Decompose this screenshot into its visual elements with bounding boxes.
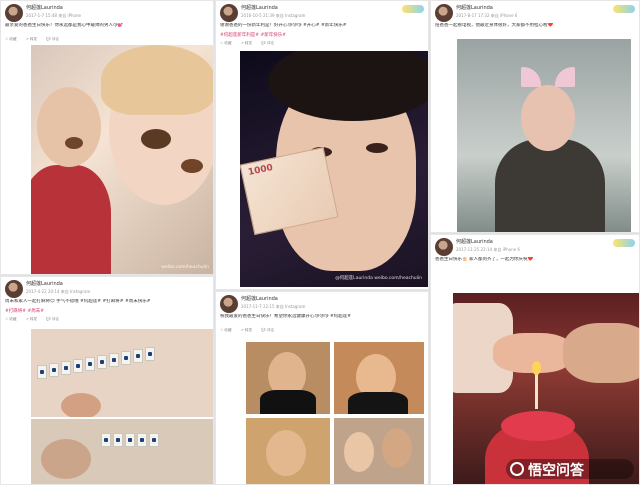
post-tags[interactable]: #何超莲新年利是# #新年快乐# [220, 32, 286, 38]
photo-watermark: weibo.com/heachulin [161, 265, 209, 270]
hat-badge [613, 5, 635, 13]
comment-button[interactable]: 💬 评论 [261, 41, 274, 45]
post-header: 何超莲Laurinda 2017-11-25 22:14 来自 iPhone 6 [431, 235, 639, 259]
post-text: 周末和家人一起打麻将😊 手气不错哦 #何超莲# #打麻将# #周末快乐# [5, 299, 151, 304]
hat-badge [613, 239, 635, 247]
comment-button[interactable]: 💬 评论 [261, 328, 274, 332]
post-header: 何超莲Laurinda 2016-10-5 21:39 来自 Instagram [216, 1, 428, 25]
post-tags[interactable]: #打麻将# #周末# [5, 308, 44, 314]
mahjong-photo-bottom[interactable] [31, 419, 213, 484]
post-actions: ☆ 收藏 ↗ 转发 💬 评论 [5, 37, 67, 42]
repost-button[interactable]: ↗ 转发 [241, 41, 252, 45]
post-text: 祝我最爱的爸爸生日快乐！希望你永远健康开心😘😘😘 #何超莲# [220, 314, 352, 319]
post-photo[interactable] [453, 293, 639, 484]
post-header: 何超莲Laurinda 2017-11-7 22:15 来自 Instagram [216, 292, 428, 316]
post-actions: ☆ 收藏 ↗ 转发 💬 评论 [5, 317, 67, 322]
avatar[interactable] [220, 295, 238, 313]
post-text: 陪爸爸一起看电视，他最近身体很好，大家都不用担心啦❤️ [435, 23, 554, 28]
post-photo[interactable] [457, 39, 631, 232]
post-card: 何超莲Laurinda 2017-4-22 20:14 来自 Instagram… [0, 276, 214, 485]
hat-badge [402, 5, 424, 13]
photo-grid-2[interactable] [334, 342, 424, 414]
photo-grid-4[interactable] [334, 418, 424, 484]
post-card: 何超莲Laurinda 2017-8-17 17:32 来自 iPhone 6 … [430, 0, 640, 233]
repost-button[interactable]: ↗ 转发 [26, 37, 37, 41]
post-text: 最亲爱的爸爸生日快乐！你永远都是我心中最帅的男人😘💕 [5, 23, 124, 28]
candle [535, 373, 538, 409]
post-meta: 2017-11-7 22:15 来自 Instagram [241, 304, 306, 309]
comment-button[interactable]: 💬 评论 [46, 37, 59, 41]
post-meta: 2017-11-25 22:14 来自 iPhone 6 [456, 247, 520, 252]
post-text: 谢谢爸爸的一份新年利是！好开心😘😘😘 #开心# #新年快乐# [220, 23, 347, 28]
avatar[interactable] [5, 4, 23, 22]
wukong-icon [510, 462, 524, 476]
favorite-button[interactable]: ☆ 收藏 [5, 37, 17, 41]
post-card: 何超莲Laurinda 2017-1-7 15:48 来自 iPhone 最亲爱… [0, 0, 214, 275]
post-meta: 2017-4-22 20:14 来自 Instagram [26, 289, 91, 294]
post-photo[interactable]: weibo.com/heachulin [31, 45, 213, 274]
favorite-button[interactable]: ☆ 收藏 [220, 41, 232, 45]
post-username[interactable]: 何超莲Laurinda [26, 4, 63, 11]
photo-grid-1[interactable] [246, 342, 330, 414]
post-header: 何超莲Laurinda 2017-4-22 20:14 来自 Instagram [1, 277, 213, 301]
post-actions: ☆ 收藏 ↗ 转发 💬 评论 [220, 328, 282, 333]
post-header: 何超莲Laurinda 2017-1-7 15:48 来自 iPhone [1, 1, 213, 25]
post-username[interactable]: 何超莲Laurinda [456, 238, 493, 245]
repost-button[interactable]: ↗ 转发 [26, 317, 37, 321]
brand-text: 悟空问答 [528, 463, 584, 479]
post-photo[interactable]: 1000 @何超莲Laurinda weibo.com/heachulin [240, 51, 428, 287]
photo-grid-3[interactable] [246, 418, 330, 484]
avatar[interactable] [435, 238, 453, 256]
avatar[interactable] [5, 280, 23, 298]
banknote-label: 1000 [247, 162, 274, 178]
post-username[interactable]: 何超莲Laurinda [26, 280, 63, 287]
post-card: 何超莲Laurinda 2017-11-7 22:15 来自 Instagram… [215, 291, 429, 485]
favorite-button[interactable]: ☆ 收藏 [5, 317, 17, 321]
wukong-brand-badge: 悟空问答 [506, 459, 634, 479]
photo-watermark: @何超莲Laurinda weibo.com/heachulin [335, 276, 422, 281]
mahjong-photo-top[interactable] [31, 329, 213, 417]
post-meta: 2017-1-7 15:48 来自 iPhone [26, 13, 81, 18]
post-username[interactable]: 何超莲Laurinda [456, 4, 493, 11]
post-username[interactable]: 何超莲Laurinda [241, 4, 278, 11]
post-text: 爸爸生日快乐🎂 家人都到齐了，一起为你庆祝❤️ [435, 257, 534, 262]
repost-button[interactable]: ↗ 转发 [241, 328, 252, 332]
post-card: 何超莲Laurinda 2017-11-25 22:14 来自 iPhone 6… [430, 234, 640, 485]
avatar[interactable] [220, 4, 238, 22]
post-meta: 2017-8-17 17:32 来自 iPhone 6 [456, 13, 518, 18]
post-header: 何超莲Laurinda 2017-8-17 17:32 来自 iPhone 6 [431, 1, 639, 25]
favorite-button[interactable]: ☆ 收藏 [220, 328, 232, 332]
post-actions: ☆ 收藏 ↗ 转发 💬 评论 [220, 41, 282, 46]
comment-button[interactable]: 💬 评论 [46, 317, 59, 321]
post-meta: 2016-10-5 21:39 来自 Instagram [241, 13, 306, 18]
post-username[interactable]: 何超莲Laurinda [241, 295, 278, 302]
avatar[interactable] [435, 4, 453, 22]
post-card: 何超莲Laurinda 2016-10-5 21:39 来自 Instagram… [215, 0, 429, 290]
